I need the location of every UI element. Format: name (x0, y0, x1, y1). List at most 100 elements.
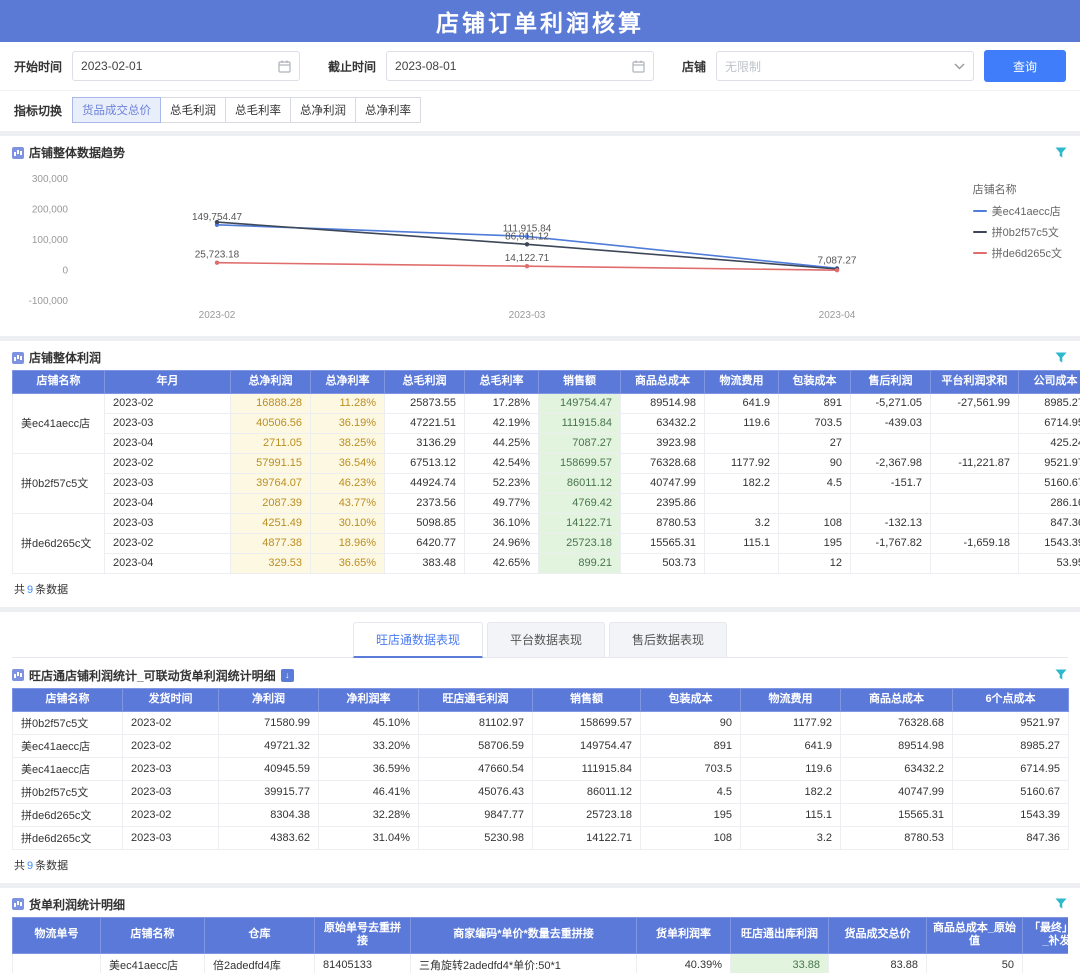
metric-tab-3[interactable]: 总净利润 (290, 97, 356, 123)
filter-funnel-icon[interactable] (1054, 351, 1068, 365)
cell: 383.48 (385, 553, 465, 573)
column-header-5: 销售额 (533, 688, 641, 711)
cell: 拼de6d265c文 (13, 826, 123, 849)
column-header-2: 净利润 (219, 688, 319, 711)
cell: 42.19% (465, 413, 539, 433)
store-name-cell: 拼0b2f57c5文 (13, 453, 105, 513)
panel-icon (12, 898, 24, 910)
cell (931, 553, 1019, 573)
cell: 24.96% (465, 533, 539, 553)
cell: 4.5 (779, 473, 851, 493)
cell: 8985.27 (1019, 393, 1080, 413)
cell: 36.65% (311, 553, 385, 573)
table-row[interactable]: 拼0b2f57c5文2023-0339915.7746.41%45076.438… (13, 780, 1069, 803)
cell: 40747.99 (841, 780, 953, 803)
table-row[interactable]: 拼de6d265c文2023-034383.6231.04%5230.98141… (13, 826, 1069, 849)
svg-text:300,000: 300,000 (32, 174, 69, 185)
cell: 3.2 (705, 513, 779, 533)
filter-funnel-icon[interactable] (1054, 146, 1068, 160)
column-header-1: 发货时间 (123, 688, 219, 711)
page-title: 店铺订单利润核算 (436, 4, 644, 38)
store-name-cell: 拼de6d265c文 (13, 513, 105, 573)
cell: -2,367.98 (851, 453, 931, 473)
cell: 1177.92 (705, 453, 779, 473)
column-header-10: 售后利润 (851, 371, 931, 394)
cell: 44924.74 (385, 473, 465, 493)
cell (931, 493, 1019, 513)
cell: 49721.32 (219, 734, 319, 757)
cell: 36.19% (311, 413, 385, 433)
cell: 9521.97 (953, 711, 1069, 734)
cell: 17.28% (465, 393, 539, 413)
legend-label: 拼0b2f57c5文 (992, 224, 1059, 240)
cell: 89514.98 (621, 393, 705, 413)
cell: 4251.49 (231, 513, 311, 533)
cell: 119.6 (705, 413, 779, 433)
cell: 8304.38 (219, 803, 319, 826)
download-icon[interactable]: ↓ (281, 669, 294, 682)
metric-tab-2[interactable]: 总毛利率 (225, 97, 291, 123)
cell: 703.5 (641, 757, 741, 780)
metric-tab-1[interactable]: 总毛利润 (160, 97, 226, 123)
cell: 36.10% (465, 513, 539, 533)
column-header-8: 物流费用 (705, 371, 779, 394)
cell (931, 413, 1019, 433)
table-row[interactable]: 美ec41aecc店2023-0340945.5936.59%47660.541… (13, 757, 1069, 780)
order-detail-table: 物流单号店铺名称仓库原始单号去重拼接商家编码*单价*数量去重拼接货单利润率旺店通… (12, 917, 1068, 973)
metric-bar: 指标切换 货品成交总价总毛利润总毛利率总净利润总净利率 (0, 91, 1080, 131)
cell: 5160.67 (1019, 473, 1080, 493)
cell: 2087.39 (231, 493, 311, 513)
column-header-9: 「最终」商品总成本_补发刷单转化 (1023, 917, 1069, 954)
cell: 50 (1023, 954, 1069, 973)
end-date-input[interactable] (395, 59, 632, 73)
legend-item-1[interactable]: 拼0b2f57c5文 (973, 224, 1062, 240)
table-row[interactable]: 美ec41aecc店2023-0249721.3233.20%58706.591… (13, 734, 1069, 757)
store-select[interactable]: 无限制 (716, 51, 974, 81)
filter-funnel-icon[interactable] (1054, 897, 1068, 911)
cell: -439.03 (851, 413, 931, 433)
cell: 71580.99 (219, 711, 319, 734)
panel-icon (12, 147, 24, 159)
legend-item-0[interactable]: 美ec41aecc店 (973, 203, 1062, 219)
cell: 2023-02 (123, 711, 219, 734)
table1-count-number: 9 (25, 584, 35, 596)
cell: 6714.95 (1019, 413, 1080, 433)
column-header-4: 旺店通毛利润 (419, 688, 533, 711)
cell (13, 954, 101, 973)
data-tab-1[interactable]: 平台数据表现 (487, 622, 605, 657)
column-header-11: 平台利润求和 (931, 371, 1019, 394)
metric-tab-0[interactable]: 货品成交总价 (72, 97, 161, 123)
start-date-input-wrap (72, 51, 300, 81)
cell: 76328.68 (841, 711, 953, 734)
data-tab-0[interactable]: 旺店通数据表现 (353, 622, 483, 658)
cell (851, 493, 931, 513)
cell: 14122.71 (539, 513, 621, 533)
data-tab-2[interactable]: 售后数据表现 (609, 622, 727, 657)
cell: -151.7 (851, 473, 931, 493)
cell (931, 473, 1019, 493)
cell: 42.65% (465, 553, 539, 573)
metric-tab-4[interactable]: 总净利率 (355, 97, 421, 123)
calendar-icon (632, 60, 645, 73)
cell: 40945.59 (219, 757, 319, 780)
metric-tabs: 货品成交总价总毛利润总毛利率总净利润总净利率 (72, 97, 421, 123)
table-row[interactable]: 拼de6d265c文2023-028304.3832.28%9847.77257… (13, 803, 1069, 826)
cell: 503.73 (621, 553, 705, 573)
svg-text:2023-02: 2023-02 (199, 310, 236, 321)
table-row: 2023-0340506.5636.19%47221.5142.19%11191… (13, 413, 1080, 433)
cell: 36.59% (319, 757, 419, 780)
cell: 63432.2 (621, 413, 705, 433)
panel-icon (12, 669, 24, 681)
legend-item-2[interactable]: 拼de6d265c文 (973, 245, 1062, 261)
cell: 2373.56 (385, 493, 465, 513)
filter-funnel-icon[interactable] (1054, 668, 1068, 682)
table-row[interactable]: 拼0b2f57c5文2023-0271580.9945.10%81102.971… (13, 711, 1069, 734)
cell: 18.96% (311, 533, 385, 553)
order-detail-panel: 货单利润统计明细 物流单号店铺名称仓库原始单号去重拼接商家编码*单价*数量去重拼… (0, 888, 1080, 973)
column-header-7: 商品总成本 (621, 371, 705, 394)
query-button[interactable]: 查询 (984, 50, 1066, 82)
cell: 14122.71 (533, 826, 641, 849)
cell: 12 (779, 553, 851, 573)
start-date-input[interactable] (81, 59, 278, 73)
store-select-value: 无限制 (725, 58, 761, 75)
